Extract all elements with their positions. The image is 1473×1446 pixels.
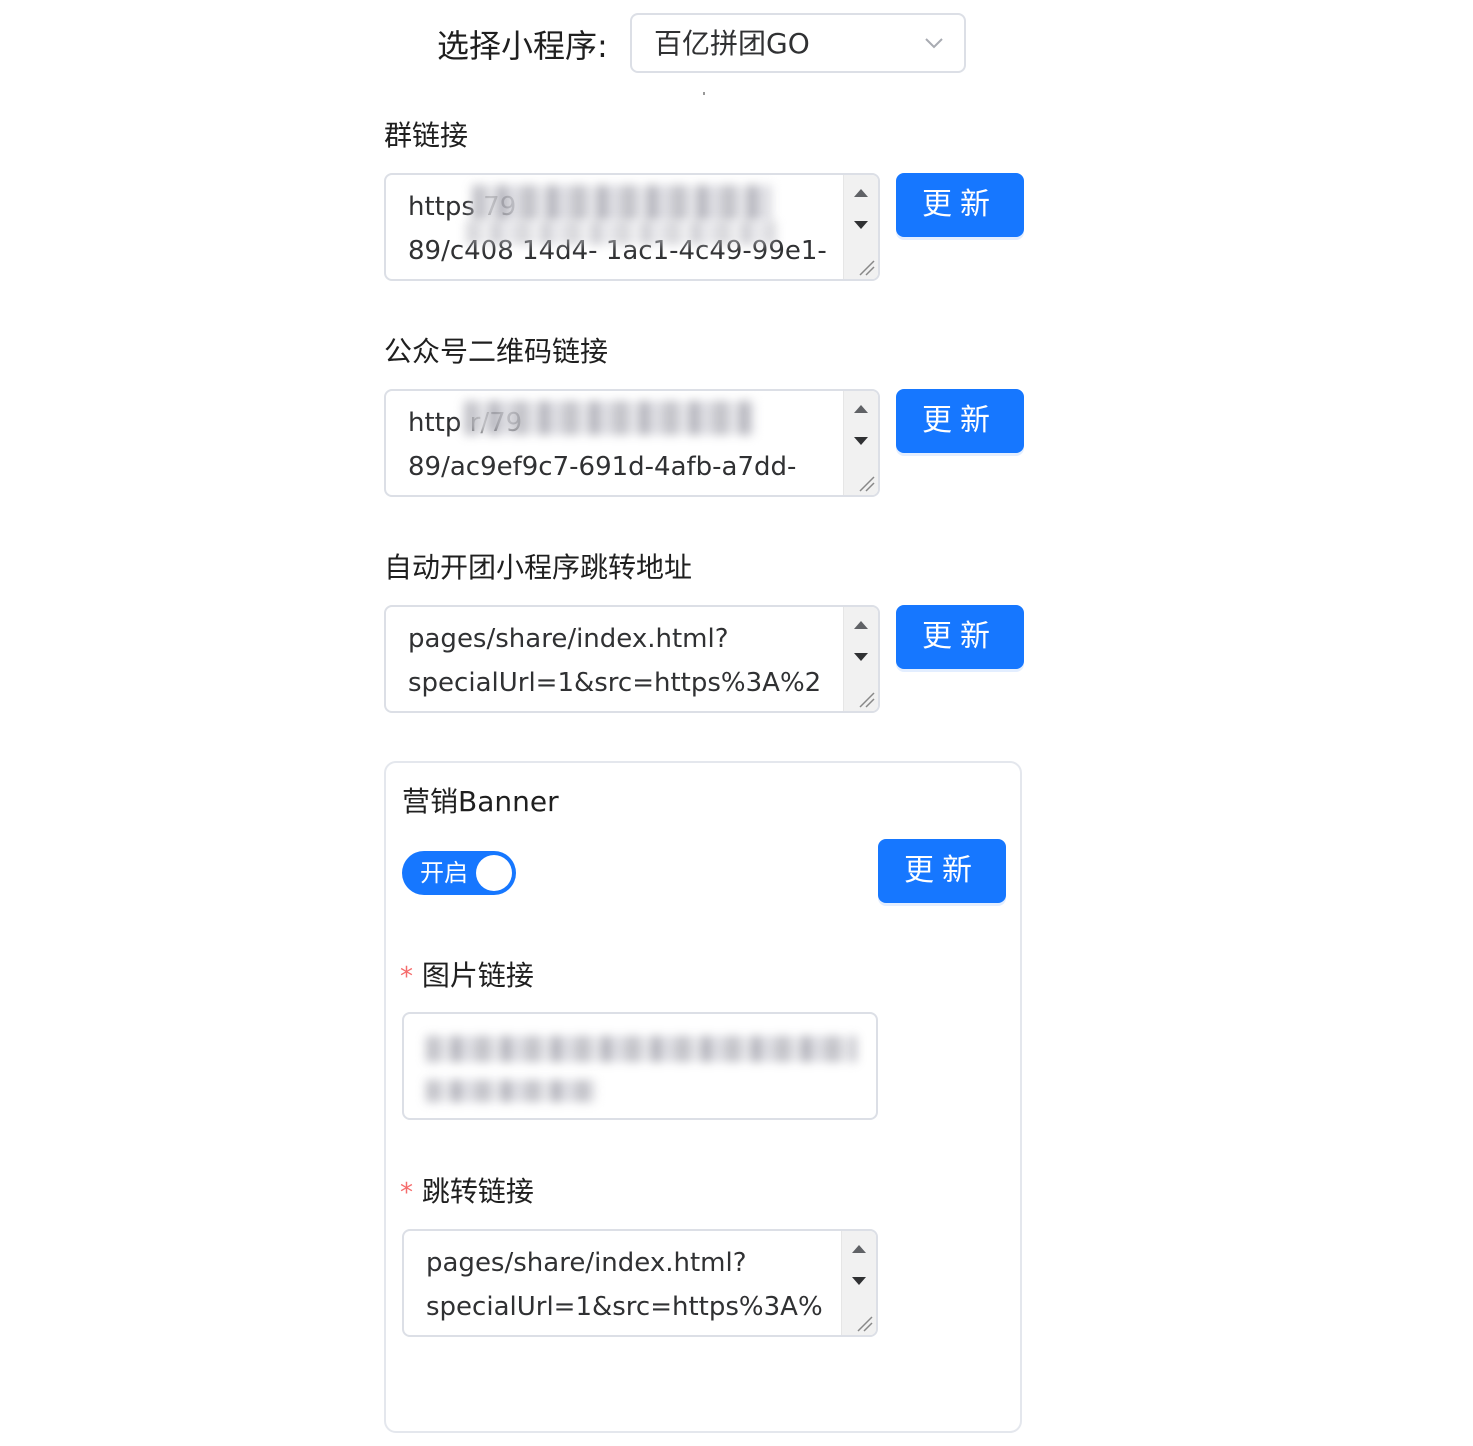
toggle-label: 开启 xyxy=(420,859,468,887)
image-link-field-label: * 图片链接 xyxy=(400,956,534,997)
jump-link-textarea[interactable]: pages/share/index.html? specialUrl=1&src… xyxy=(402,1229,878,1337)
qrcode-link-textarea[interactable]: http r/79 89/ac9ef9c7-691d-4afb-a7dd- xyxy=(384,389,880,497)
redacted-mask xyxy=(466,221,776,245)
redacted-mask xyxy=(426,1080,596,1102)
banner-title: 营销Banner xyxy=(402,785,559,818)
auto-group-address-label: 自动开团小程序跳转地址 xyxy=(384,551,693,584)
group-link-textarea[interactable]: https 79 89/c408 14d4- 1ac1-4c49-99e1- xyxy=(384,173,880,281)
resize-grip-icon[interactable] xyxy=(854,1313,874,1333)
scroll-down-icon[interactable] xyxy=(844,427,878,457)
group-link-label: 群链接 xyxy=(384,119,469,152)
toggle-knob xyxy=(476,855,512,891)
scroll-up-icon[interactable] xyxy=(844,177,878,207)
jump-link-label: 跳转链接 xyxy=(421,1175,534,1208)
jump-link-field-label: * 跳转链接 xyxy=(400,1172,534,1213)
scroll-up-icon[interactable] xyxy=(844,393,878,423)
redacted-mask xyxy=(464,401,754,435)
textarea-scrollbar[interactable] xyxy=(841,1231,876,1335)
jump-link-text: pages/share/index.html? specialUrl=1&src… xyxy=(426,1248,823,1322)
scroll-down-icon[interactable] xyxy=(842,1267,876,1297)
image-link-textarea[interactable] xyxy=(402,1012,878,1120)
miniprogram-select[interactable]: 百亿拼团GO xyxy=(630,13,966,73)
update-qrcode-link-button[interactable]: 更新 xyxy=(896,389,1024,453)
required-mark: * xyxy=(400,962,413,992)
scroll-up-icon[interactable] xyxy=(844,609,878,639)
scroll-down-icon[interactable] xyxy=(844,211,878,241)
textarea-scrollbar[interactable] xyxy=(843,175,878,279)
select-value: 百亿拼团GO xyxy=(654,27,810,60)
qrcode-link-label: 公众号二维码链接 xyxy=(384,335,609,368)
select-miniprogram-label: 选择小程序: xyxy=(437,27,608,65)
resize-grip-icon[interactable] xyxy=(856,689,876,709)
resize-grip-icon[interactable] xyxy=(856,257,876,277)
banner-enable-toggle[interactable]: 开启 xyxy=(402,851,516,895)
scroll-up-icon[interactable] xyxy=(842,1233,876,1263)
required-mark: * xyxy=(400,1178,413,1208)
scroll-down-icon[interactable] xyxy=(844,643,878,673)
update-banner-button[interactable]: 更新 xyxy=(878,839,1006,903)
auto-group-address-text: pages/share/index.html? specialUrl=1&src… xyxy=(408,624,822,698)
auto-group-address-textarea[interactable]: pages/share/index.html? specialUrl=1&src… xyxy=(384,605,880,713)
update-group-link-button[interactable]: 更新 xyxy=(896,173,1024,237)
redacted-mask xyxy=(472,185,772,221)
textarea-scrollbar[interactable] xyxy=(843,607,878,711)
textarea-scrollbar[interactable] xyxy=(843,391,878,495)
image-link-label: 图片链接 xyxy=(421,959,534,992)
update-auto-group-address-button[interactable]: 更新 xyxy=(896,605,1024,669)
chevron-down-icon xyxy=(925,38,943,49)
redacted-mask xyxy=(426,1036,856,1062)
divider-dot xyxy=(703,92,705,95)
resize-grip-icon[interactable] xyxy=(856,473,876,493)
